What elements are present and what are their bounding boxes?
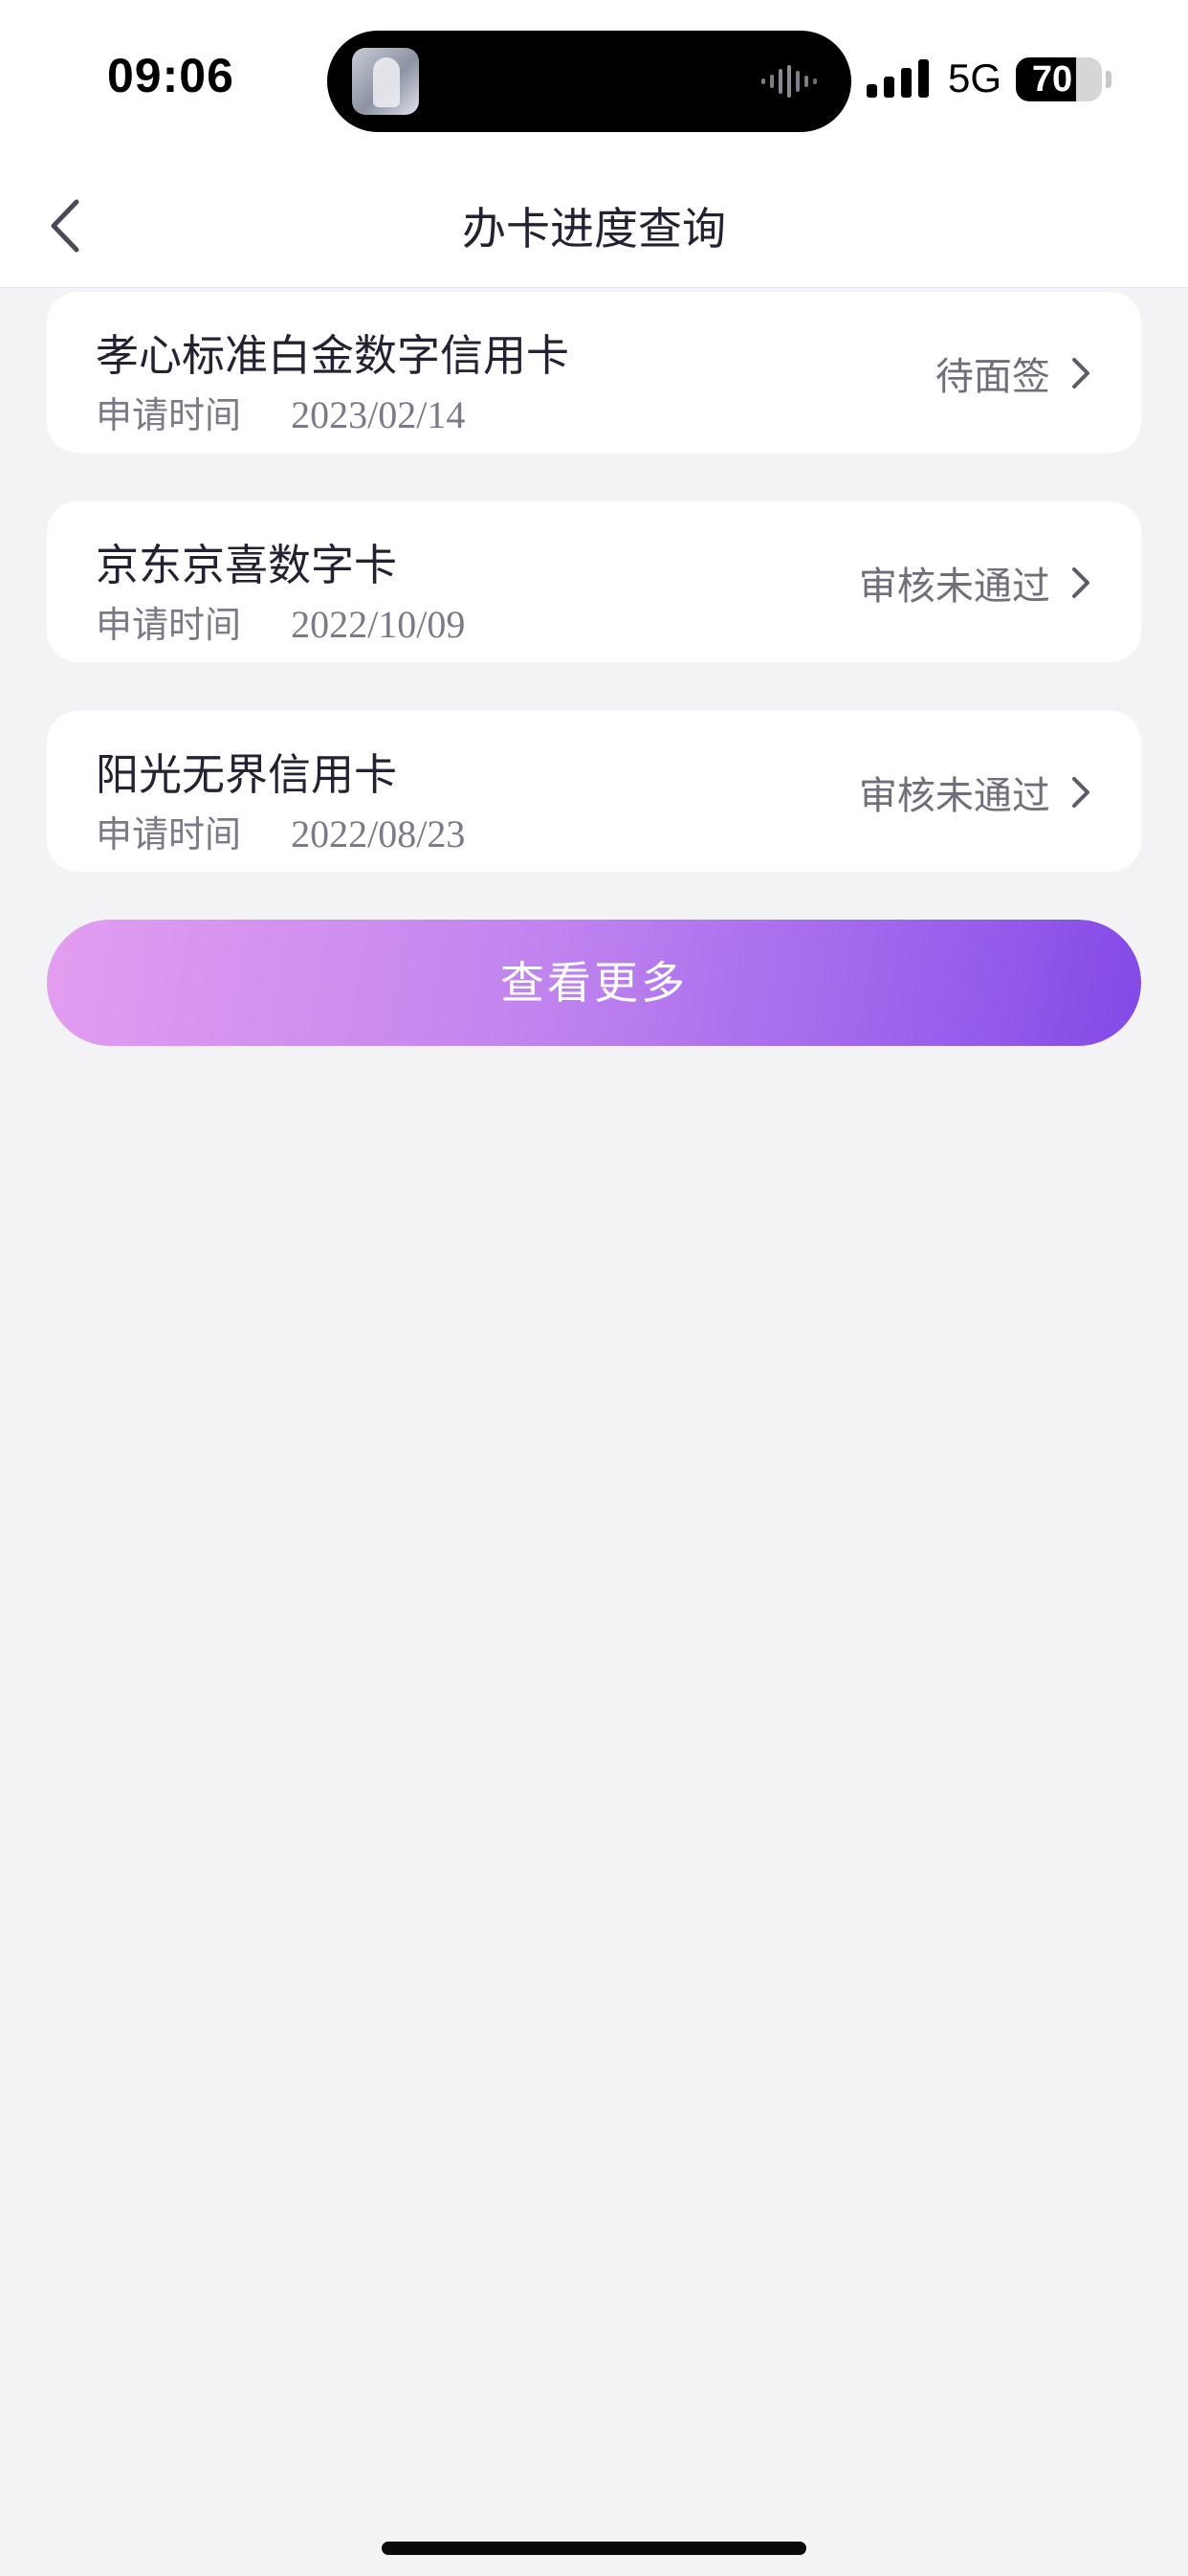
chevron-right-icon <box>1072 358 1089 389</box>
dynamic-island[interactable] <box>327 31 851 132</box>
application-date-label: 申请时间 <box>96 394 242 436</box>
cellular-signal-icon <box>867 59 929 98</box>
application-status[interactable]: 审核未通过 <box>859 555 1093 612</box>
status-time: 09:06 <box>107 49 234 102</box>
now-playing-thumbnail <box>352 48 419 115</box>
application-status-text: 审核未通过 <box>858 565 1050 609</box>
battery-icon: 70 <box>1016 57 1102 101</box>
battery-nub <box>1106 71 1111 88</box>
application-date-label: 申请时间 <box>96 604 242 646</box>
card-name: 孝心标准白金数字信用卡 <box>96 330 570 381</box>
application-card[interactable]: 孝心标准白金数字信用卡 申请时间 2023/02/14 待面签 <box>47 292 1141 453</box>
chevron-right-icon <box>1072 777 1089 808</box>
application-date-row: 申请时间 2022/08/23 <box>96 805 465 857</box>
application-date-row: 申请时间 2023/02/14 <box>96 386 465 438</box>
card-name: 阳光无界信用卡 <box>96 749 398 800</box>
status-bar: 09:06 5G 70 <box>0 0 1188 158</box>
home-indicator[interactable] <box>382 2542 806 2555</box>
application-date: 2022/08/23 <box>291 812 466 855</box>
application-status[interactable]: 审核未通过 <box>859 765 1093 822</box>
application-card[interactable]: 阳光无界信用卡 申请时间 2022/08/23 审核未通过 <box>47 711 1141 872</box>
chevron-right-icon <box>1072 567 1089 598</box>
application-date: 2023/02/14 <box>291 393 466 436</box>
status-indicators: 5G 70 <box>867 50 1125 111</box>
application-list: 孝心标准白金数字信用卡 申请时间 2023/02/14 待面签 京东京喜数字卡 … <box>47 292 1141 921</box>
nav-bar: 办卡进度查询 <box>0 158 1188 288</box>
application-date-row: 申请时间 2022/10/09 <box>96 595 465 648</box>
card-name: 京东京喜数字卡 <box>96 540 398 590</box>
view-more-button[interactable]: 查看更多 <box>47 920 1141 1046</box>
application-date-label: 申请时间 <box>96 813 242 855</box>
application-status[interactable]: 待面签 <box>935 345 1093 403</box>
application-date: 2022/10/09 <box>291 603 466 646</box>
network-type: 5G <box>948 56 1002 100</box>
application-status-text: 待面签 <box>935 355 1050 399</box>
application-card[interactable]: 京东京喜数字卡 申请时间 2022/10/09 审核未通过 <box>47 501 1141 662</box>
application-status-text: 审核未通过 <box>858 774 1050 818</box>
audio-waveform-icon <box>761 65 817 98</box>
page-title: 办卡进度查询 <box>462 203 726 255</box>
battery-percent: 70 <box>1031 59 1073 100</box>
